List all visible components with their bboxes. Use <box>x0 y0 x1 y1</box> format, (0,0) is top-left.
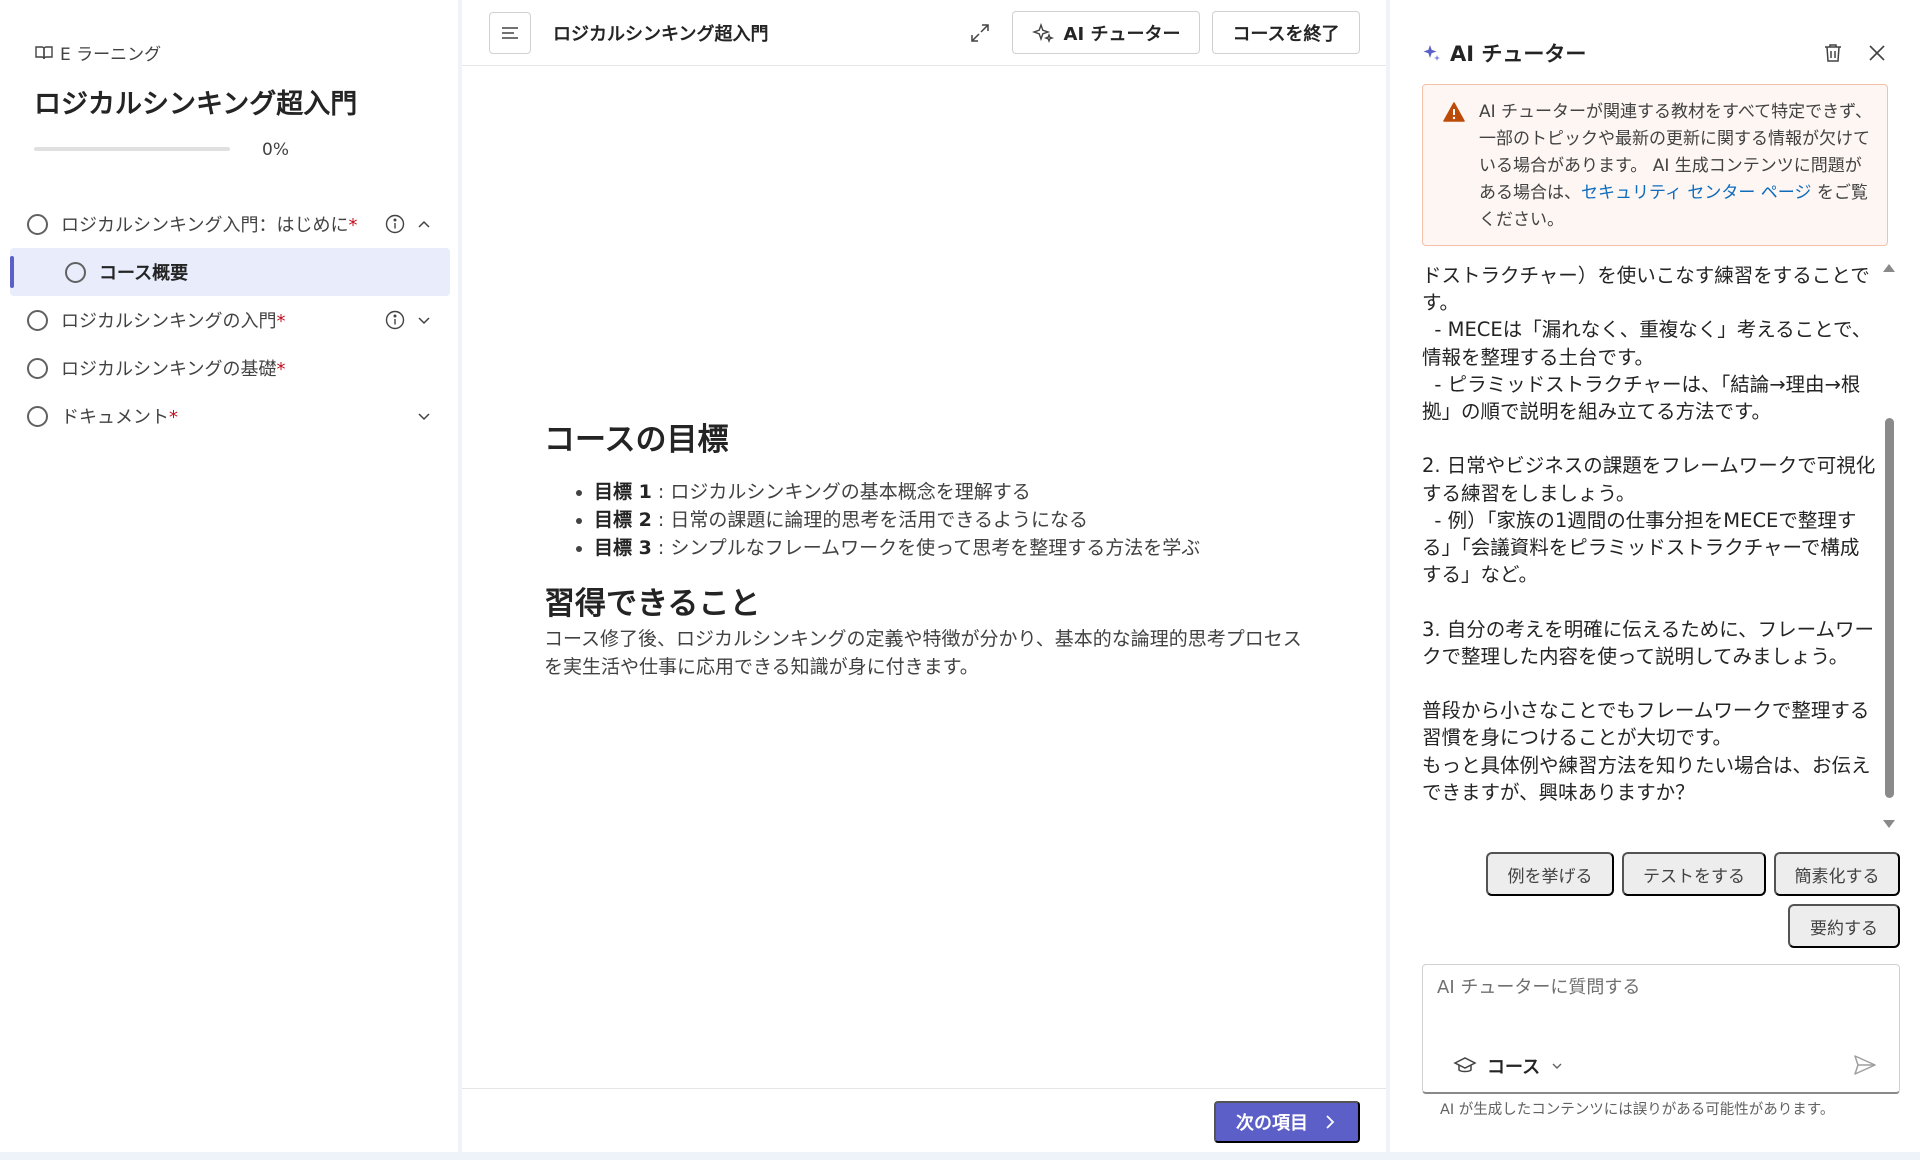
sparkle-icon <box>1031 22 1054 43</box>
status-circle-icon <box>65 261 86 283</box>
page-title: ロジカルシンキング超入門 <box>553 24 769 45</box>
chat-scrollbar[interactable] <box>1880 262 1898 832</box>
ai-tutor-button[interactable]: AI チューター <box>1012 11 1200 54</box>
scroll-down-arrow-icon[interactable] <box>1883 820 1895 828</box>
goals-heading: コースの目標 <box>544 422 729 458</box>
learning-outcomes-heading: 習得できること <box>544 586 761 623</box>
security-center-link[interactable]: セキュリティ センター ページ <box>1581 183 1811 203</box>
scroll-thumb[interactable] <box>1885 418 1894 798</box>
nav-item-label: ロジカルシンキングの入門* <box>61 311 286 332</box>
nav-item-fundamentals[interactable]: ロジカルシンキングの基礎* <box>0 344 458 392</box>
hat-icon <box>1453 1057 1477 1073</box>
ai-tutor-panel: AI チューター AI チューターが関連する教材をすべて特定できず、一部のトピッ… <box>1390 0 1920 1152</box>
app-brand: E ラーニング <box>34 40 161 65</box>
chevron-down-icon[interactable] <box>414 310 434 330</box>
goal-item: 目標 3 : シンプルなフレームワークを使って思考を整理する方法を学ぶ <box>594 534 1314 562</box>
expand-icon <box>971 24 989 42</box>
nav-item-label: コース概要 <box>99 263 189 284</box>
scope-selector[interactable]: コース <box>1453 1053 1564 1079</box>
tutor-header: AI チューター <box>1422 38 1586 68</box>
content-toolbar: ロジカルシンキング超入門 AI チューター コースを終了 <box>462 0 1386 66</box>
menu-icon <box>502 27 518 39</box>
suggestion-take-test[interactable]: テストをする <box>1622 852 1766 896</box>
nav-item-intro[interactable]: ロジカルシンキング入門：はじめに* <box>0 200 458 248</box>
end-course-button[interactable]: コースを終了 <box>1212 11 1360 54</box>
chevron-up-icon[interactable] <box>414 214 434 234</box>
content-footer: 次の項目 <box>462 1088 1386 1152</box>
course-title: ロジカルシンキング超入門 <box>34 89 358 120</box>
warning-icon <box>1443 102 1465 122</box>
status-circle-icon <box>27 309 48 331</box>
nav-item-documents[interactable]: ドキュメント* <box>0 392 458 440</box>
brand-label: E ラーニング <box>60 45 162 65</box>
chevron-right-icon <box>1326 1115 1335 1129</box>
suggestion-give-example[interactable]: 例を挙げる <box>1486 852 1614 896</box>
book-icon <box>35 45 53 59</box>
chevron-down-icon[interactable] <box>414 406 434 426</box>
course-overview-section: コースの目標 目標 1 : ロジカルシンキングの基本概念を理解する 目標 2 :… <box>544 420 1314 681</box>
course-progress-text: 0% <box>262 140 289 160</box>
status-circle-icon <box>27 213 48 235</box>
suggestion-simplify[interactable]: 簡素化する <box>1774 852 1900 896</box>
course-content: ロジカルシンキング超入門 AI チューター コースを終了 コースの目標 目標 1… <box>462 0 1386 1152</box>
nav-item-label: ロジカルシンキングの基礎* <box>61 359 286 380</box>
ai-disclaimer: AI が生成したコンテンツには誤りがある可能性があります。 <box>1440 1102 1835 1118</box>
goal-item: 目標 2 : 日常の課題に論理的思考を活用できるようになる <box>594 506 1314 534</box>
trash-icon[interactable] <box>1820 40 1846 66</box>
active-indicator <box>10 256 14 288</box>
info-icon[interactable] <box>384 213 406 235</box>
nav-item-basics-intro[interactable]: ロジカルシンキングの入門* <box>0 296 458 344</box>
chat-input-box: コース <box>1422 964 1900 1094</box>
chat-input[interactable] <box>1437 977 1877 998</box>
suggestion-summarize[interactable]: 要約する <box>1788 904 1900 948</box>
expand-button[interactable] <box>966 19 994 47</box>
sparkle-icon <box>1423 45 1440 61</box>
nav-item-course-overview[interactable]: コース概要 <box>10 248 450 296</box>
ai-tutor-button-label: AI チューター <box>1063 23 1181 45</box>
next-item-button[interactable]: 次の項目 <box>1214 1101 1360 1143</box>
menu-toggle-button[interactable] <box>489 12 531 54</box>
tutor-title: AI チューター <box>1450 42 1587 66</box>
status-circle-icon <box>27 405 48 427</box>
scroll-up-arrow-icon[interactable] <box>1883 264 1895 272</box>
chevron-down-icon <box>1552 1063 1562 1069</box>
close-icon[interactable] <box>1864 40 1890 66</box>
learning-outcomes-text: コース修了後、ロジカルシンキングの定義や特徴が分かり、基本的な論理的思考プロセス… <box>544 627 1302 678</box>
course-progress-bar <box>34 147 230 151</box>
course-nav: ロジカルシンキング入門：はじめに* コース概要 ロジカルシンキングの入門* ロジ… <box>0 200 458 440</box>
next-item-label: 次の項目 <box>1236 1113 1308 1133</box>
send-icon[interactable] <box>1851 1051 1879 1079</box>
course-sidebar: E ラーニング ロジカルシンキング超入門 0% ロジカルシンキング入門：はじめに… <box>0 0 458 1152</box>
chat-message: ドストラクチャー）を使いこなす練習をすることです。 - MECEは「漏れなく、重… <box>1422 264 1876 804</box>
goals-list: 目標 1 : ロジカルシンキングの基本概念を理解する 目標 2 : 日常の課題に… <box>594 478 1314 562</box>
info-icon[interactable] <box>384 309 406 331</box>
nav-item-label: ロジカルシンキング入門：はじめに* <box>61 215 358 236</box>
nav-item-label: ドキュメント* <box>61 407 178 428</box>
scope-label: コース <box>1487 1057 1541 1078</box>
goal-item: 目標 1 : ロジカルシンキングの基本概念を理解する <box>594 478 1314 506</box>
status-circle-icon <box>27 357 48 379</box>
warning-banner: AI チューターが関連する教材をすべて特定できず、一部のトピックや最新の更新に関… <box>1422 84 1888 246</box>
